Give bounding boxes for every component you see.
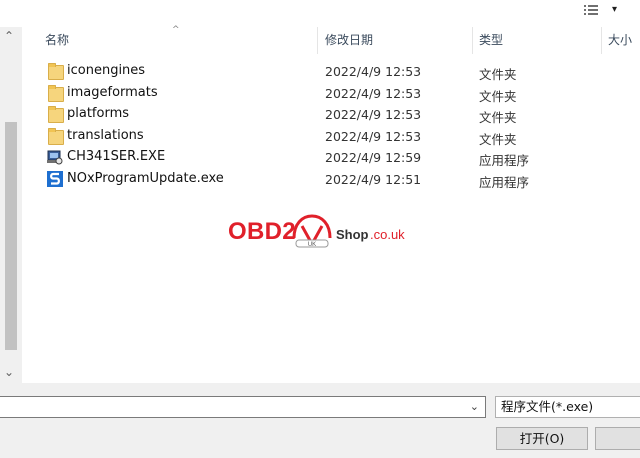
folder-icon	[47, 85, 64, 102]
toolbar: ▾	[0, 0, 640, 27]
watermark-shop: Shop	[336, 227, 369, 242]
file-type: 文件夹	[479, 89, 517, 104]
watermark-domain: .co.uk	[370, 227, 405, 242]
folder-icon	[47, 106, 64, 123]
file-name: platforms	[67, 106, 130, 121]
watermark-brand: OBD2	[228, 218, 296, 245]
file-row[interactable]: iconengines 2022/4/9 12:53 文件夹	[22, 61, 640, 82]
file-name: CH341SER.EXE	[67, 149, 166, 164]
installer-icon	[47, 149, 63, 165]
column-type[interactable]: 类型	[479, 27, 503, 54]
file-type: 应用程序	[479, 153, 530, 168]
scroll-down-icon[interactable]: ⌄	[4, 365, 14, 379]
car-logo-icon: UK	[292, 214, 332, 248]
column-header: ^ 名称 修改日期 类型 大小	[22, 25, 640, 54]
file-date: 2022/4/9 12:53	[325, 86, 422, 101]
cancel-button[interactable]	[595, 427, 640, 450]
column-divider[interactable]	[601, 27, 602, 54]
file-row[interactable]: NOxProgramUpdate.exe 2022/4/9 12:51 应用程序	[22, 169, 640, 190]
file-list: ^ 名称 修改日期 类型 大小 iconengines 2022/4/9 12:…	[22, 25, 640, 383]
column-date-modified[interactable]: 修改日期	[325, 27, 373, 54]
file-name: NOxProgramUpdate.exe	[67, 171, 224, 186]
open-button[interactable]: 打开(O)	[496, 427, 588, 450]
sort-ascending-icon: ^	[172, 25, 180, 35]
column-divider[interactable]	[317, 27, 318, 54]
file-type: 应用程序	[479, 175, 530, 190]
column-divider[interactable]	[472, 27, 473, 54]
file-type: 文件夹	[479, 67, 517, 82]
file-name: imageformats	[67, 85, 158, 100]
file-name: translations	[67, 128, 144, 143]
file-date: 2022/4/9 12:53	[325, 107, 422, 122]
vertical-scrollbar[interactable]: ⌃ ⌄	[0, 27, 22, 383]
file-type: 文件夹	[479, 110, 517, 125]
scrollbar-thumb[interactable]	[5, 122, 17, 350]
scroll-up-icon[interactable]: ⌃	[4, 29, 14, 43]
view-dropdown-arrow-icon[interactable]: ▾	[612, 4, 617, 15]
column-size[interactable]: 大小	[608, 27, 632, 54]
view-options-icon[interactable]	[584, 5, 598, 18]
filename-input[interactable]: ⌄	[0, 396, 486, 418]
file-type-select[interactable]: 程序文件(*.exe)	[495, 396, 640, 418]
watermark-logo: OBD2 UK Shop .co.uk	[228, 212, 418, 252]
file-row[interactable]: translations 2022/4/9 12:53 文件夹	[22, 126, 640, 147]
file-name: iconengines	[67, 63, 146, 78]
folder-icon	[47, 63, 64, 80]
column-name[interactable]: 名称	[45, 27, 69, 54]
file-type: 文件夹	[479, 132, 517, 147]
file-row[interactable]: platforms 2022/4/9 12:53 文件夹	[22, 104, 640, 125]
chevron-down-icon[interactable]: ⌄	[470, 400, 479, 413]
folder-icon	[47, 128, 64, 145]
file-date: 2022/4/9 12:59	[325, 150, 422, 165]
file-date: 2022/4/9 12:53	[325, 64, 422, 79]
file-row[interactable]: imageformats 2022/4/9 12:53 文件夹	[22, 83, 640, 104]
file-row[interactable]: CH341SER.EXE 2022/4/9 12:59 应用程序	[22, 147, 640, 168]
app-s-icon	[47, 171, 63, 187]
car-plate-text: UK	[308, 242, 316, 248]
file-date: 2022/4/9 12:51	[325, 172, 422, 187]
file-date: 2022/4/9 12:53	[325, 129, 422, 144]
